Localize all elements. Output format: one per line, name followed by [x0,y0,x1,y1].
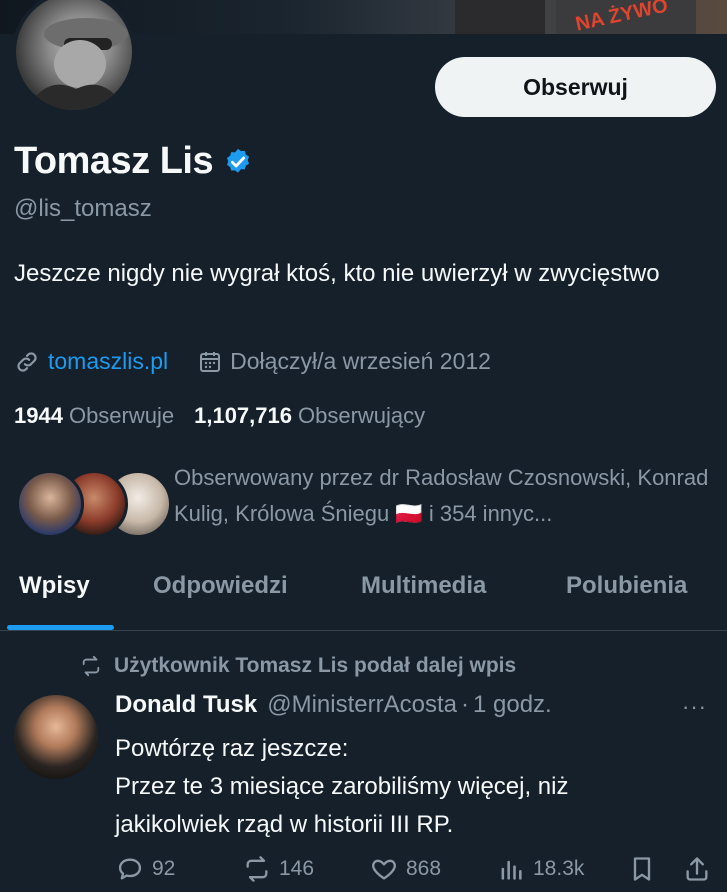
like-count: 868 [406,857,442,880]
views-button[interactable]: 18.3k [497,855,584,883]
profile-joined-text: Dołączył/a wrzesień 2012 [230,348,491,374]
views-icon [501,860,522,880]
profile-tabs: Wpisy Odpowiedzi Multimedia Polubienia [0,558,727,631]
post-text: Powtórzę raz jeszcze: Przez te 3 miesiąc… [115,730,715,844]
post-actions: 92 146 868 18.3k [0,855,727,887]
views-count: 18.3k [533,857,585,880]
repost-context[interactable]: Użytkownik Tomasz Lis podał dalej wpis [80,654,516,678]
repost-button[interactable]: 146 [243,855,314,883]
tab-replies[interactable]: Odpowiedzi [153,572,288,600]
followers-count-link[interactable]: 1,107,716 Obserwujący [194,403,425,429]
profile-handle: @lis_tomasz [14,195,152,222]
reply-button[interactable]: 92 [116,855,175,883]
followed-by-text: Obserwowany przez dr Radosław Czosnowski… [174,465,709,526]
more-options-icon[interactable]: ··· [682,694,707,720]
post-author-avatar[interactable] [14,695,98,779]
like-button[interactable]: 868 [370,855,441,883]
reply-icon [118,858,142,880]
active-tab-indicator [7,625,114,630]
link-icon [17,351,37,372]
follow-button[interactable]: Obserwuj [435,57,716,117]
verified-badge-icon[interactable] [223,147,253,177]
following-count: 1944 [14,403,63,428]
repost-count: 146 [279,857,315,880]
followers-label: Obserwujący [297,403,426,428]
mutual-avatar [16,470,84,538]
following-label: Obserwuje [68,403,175,428]
profile-website-link[interactable]: tomaszlis.pl [48,348,168,375]
post-time[interactable]: 1 godz. [473,691,552,719]
profile-bio: Jeszcze nigdy nie wygrał ktoś, kto nie u… [14,260,660,287]
post-header: Donald Tusk @MinisterrAcosta · 1 godz. [115,691,552,719]
repost-icon [246,856,268,882]
following-count-link[interactable]: 1944 Obserwuje [14,403,174,429]
followed-by-row[interactable]: Obserwowany przez dr Radosław Czosnowski… [14,460,714,538]
tab-posts[interactable]: Wpisy [19,572,90,600]
profile-avatar-image [16,0,132,110]
followers-count: 1,107,716 [194,403,292,428]
tab-media[interactable]: Multimedia [361,572,486,600]
calendar-icon [200,351,221,372]
profile-meta: tomaszlis.pl Dołączył/a wrzesień 2012 [14,348,491,375]
heart-icon [372,859,396,880]
share-button[interactable] [683,855,711,883]
share-icon [686,857,708,881]
profile-name-row: Tomasz Lis [14,140,253,183]
reply-count: 92 [152,857,176,880]
followed-by-avatars [14,460,172,538]
tab-likes[interactable]: Polubienia [566,572,687,600]
post-text-line: Przez te 3 miesiące zarobiliśmy więcej, … [115,773,569,800]
profile-avatar[interactable] [12,0,136,114]
profile-counts: 1944 Obserwuje 1,107,716 Obserwujący [14,403,425,429]
post-text-line: Powtórzę raz jeszcze: [115,735,349,762]
post-author-handle[interactable]: @MinisterrAcosta [267,691,457,719]
repost-context-text: Użytkownik Tomasz Lis podał dalej wpis [114,654,517,677]
profile-name: Tomasz Lis [14,140,214,182]
repost-icon [82,655,100,677]
post-author-name[interactable]: Donald Tusk [115,691,257,719]
post-text-line: jakikolwiek rząd w historii III RP. [115,811,454,838]
profile-joined: Dołączył/a wrzesień 2012 [198,348,491,375]
bookmark-icon [633,857,651,881]
banner-poster-left [455,0,545,34]
post-separator: · [460,691,469,718]
bookmark-button[interactable] [628,855,656,883]
